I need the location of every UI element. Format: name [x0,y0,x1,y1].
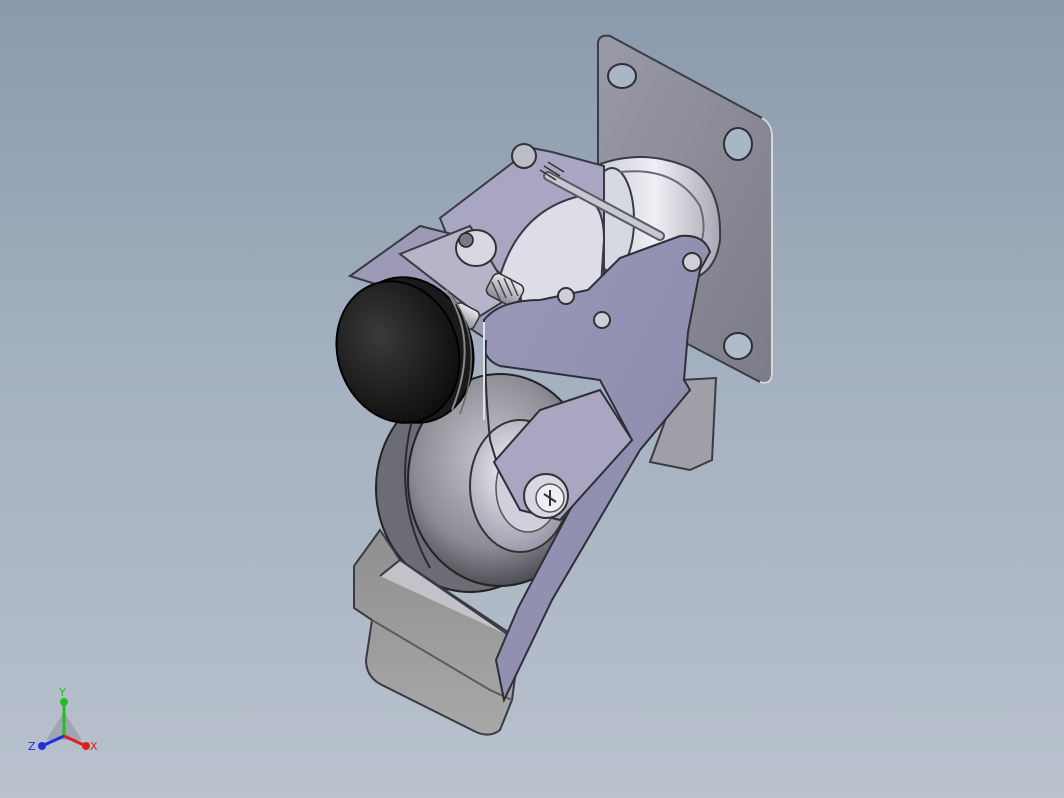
caster-3d-model[interactable] [0,0,1064,798]
mount-hole-icon [607,63,637,89]
cad-viewport[interactable]: Y X Z [0,0,1064,798]
x-axis-label: X [90,740,98,753]
mount-hole-icon [723,127,753,161]
axle-bolt-icon [523,473,569,519]
mount-hole-icon [723,332,753,360]
y-axis-label: Y [58,686,66,699]
z-axis-label: Z [28,740,36,753]
orientation-triad[interactable]: Y X Z [26,684,106,754]
